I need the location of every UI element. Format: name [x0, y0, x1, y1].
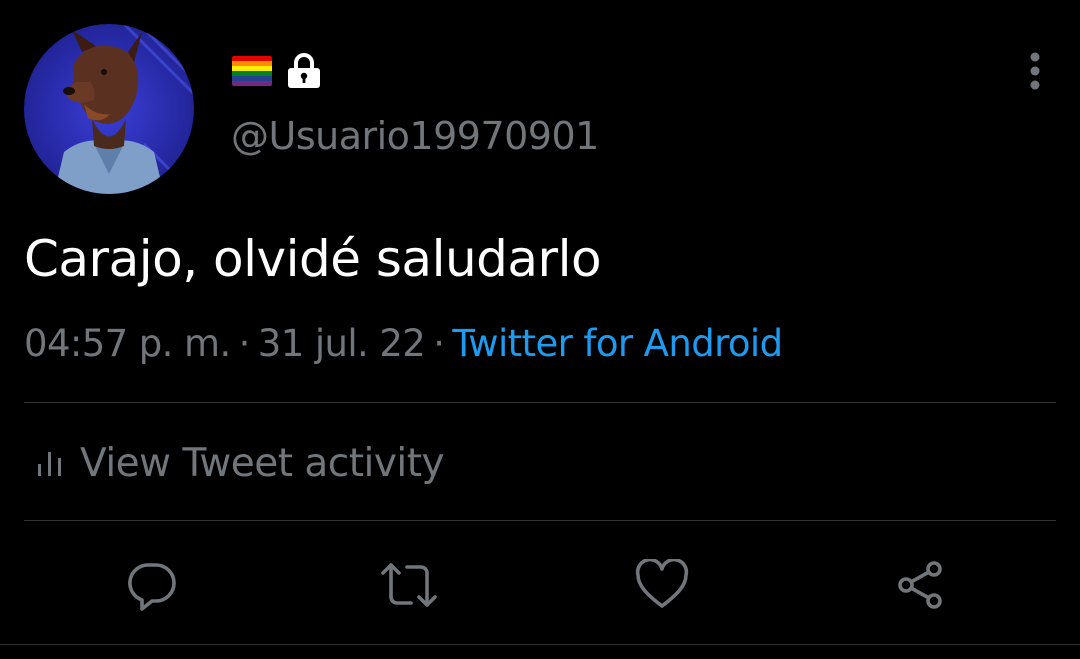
view-tweet-activity-button[interactable]: View Tweet activity: [36, 438, 445, 488]
share-button[interactable]: [890, 555, 950, 615]
tweet-text: Carajo, olvidé saludarlo: [24, 230, 602, 288]
tweet-time: 04:57 p. m.: [24, 322, 231, 365]
rainbow-flag-icon: [232, 56, 272, 86]
divider: [24, 520, 1056, 521]
reply-icon: [128, 563, 176, 611]
meta-separator: ·: [238, 322, 251, 365]
avatar[interactable]: [24, 24, 194, 194]
tweet-actions-bar: [0, 555, 1080, 615]
divider: [24, 402, 1056, 403]
tweet-source-link[interactable]: Twitter for Android: [452, 322, 783, 365]
bar-chart-icon: [36, 448, 64, 478]
view-tweet-activity-label: View Tweet activity: [80, 440, 445, 486]
doberman-avatar-image: [24, 24, 194, 194]
user-handle[interactable]: @Usuario19970901: [231, 114, 599, 158]
lock-icon: [286, 52, 322, 90]
heart-icon: [635, 559, 689, 608]
tweet-meta: 04:57 p. m. · 31 jul. 22 · Twitter for Andro…: [24, 321, 783, 367]
bottom-divider: [0, 644, 1080, 645]
reply-button[interactable]: [122, 555, 182, 615]
share-icon: [898, 561, 942, 609]
more-options-icon[interactable]: [1018, 50, 1052, 92]
like-button[interactable]: [632, 555, 692, 615]
retweet-icon: [381, 563, 437, 607]
retweet-button[interactable]: [379, 555, 439, 615]
tweet-date: 31 jul. 22: [257, 322, 426, 365]
meta-separator: ·: [433, 322, 445, 365]
